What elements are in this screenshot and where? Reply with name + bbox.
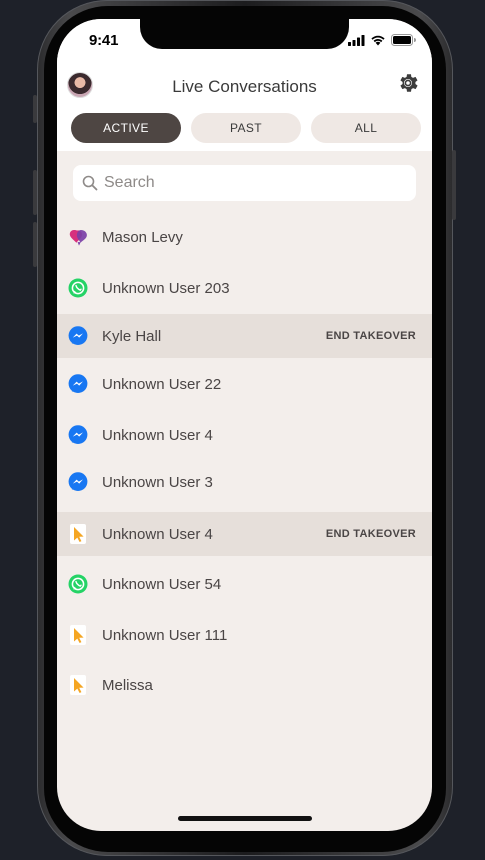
search-icon bbox=[82, 175, 98, 191]
volume-down-button bbox=[33, 222, 37, 267]
wifi-icon bbox=[371, 35, 385, 46]
messenger-icon bbox=[68, 374, 88, 394]
filter-tabs: ACTIVE PAST ALL bbox=[57, 107, 432, 151]
conversation-name: Unknown User 54 bbox=[102, 575, 222, 593]
tab-active[interactable]: ACTIVE bbox=[71, 113, 181, 143]
conversation-name: Unknown User 22 bbox=[102, 375, 222, 393]
notch bbox=[140, 19, 349, 49]
search-bar bbox=[73, 165, 416, 201]
conversation-name: Unknown User 3 bbox=[102, 473, 213, 491]
whatsapp-icon bbox=[68, 278, 88, 298]
battery-icon bbox=[391, 34, 416, 46]
status-icons bbox=[348, 34, 416, 46]
conversation-row[interactable]: Unknown User 22 bbox=[57, 362, 432, 406]
app-header: Live Conversations bbox=[57, 63, 432, 107]
tab-past[interactable]: PAST bbox=[191, 113, 301, 143]
conversation-row[interactable]: Unknown User 4 bbox=[57, 413, 432, 457]
conversation-row[interactable]: Unknown User 111 bbox=[57, 613, 432, 657]
conversation-name: Unknown User 4 bbox=[102, 525, 213, 543]
conversation-row[interactable]: Unknown User 3 bbox=[57, 460, 432, 504]
volume-up-button bbox=[33, 170, 37, 215]
end-takeover-button[interactable]: END TAKEOVER bbox=[326, 330, 416, 342]
end-takeover-button[interactable]: END TAKEOVER bbox=[326, 528, 416, 540]
gear-icon[interactable] bbox=[396, 71, 420, 95]
signal-icon bbox=[348, 34, 365, 46]
mute-switch bbox=[33, 95, 37, 123]
messenger-icon bbox=[68, 326, 88, 346]
web-cursor-icon bbox=[68, 524, 88, 544]
web-cursor-icon bbox=[68, 625, 88, 645]
conversation-name: Melissa bbox=[102, 676, 153, 694]
status-time: 9:41 bbox=[89, 32, 119, 49]
home-indicator bbox=[178, 816, 312, 821]
search-input[interactable] bbox=[104, 174, 404, 192]
web-cursor-icon bbox=[68, 675, 88, 695]
screen: 9:41 Live Conversations ACTIVE PAST ALL … bbox=[57, 19, 432, 831]
conversation-name: Unknown User 203 bbox=[102, 279, 230, 297]
conversation-row[interactable]: Unknown User 4 END TAKEOVER bbox=[57, 512, 432, 556]
conversation-row[interactable]: Melissa bbox=[57, 663, 432, 707]
conversation-row[interactable]: Unknown User 54 bbox=[57, 562, 432, 606]
tab-all[interactable]: ALL bbox=[311, 113, 421, 143]
conversation-name: Mason Levy bbox=[102, 228, 183, 246]
page-title: Live Conversations bbox=[172, 77, 317, 96]
power-button bbox=[452, 150, 456, 220]
conversation-row[interactable]: Mason Levy bbox=[57, 215, 432, 259]
messenger-icon bbox=[68, 472, 88, 492]
conversation-name: Unknown User 111 bbox=[102, 626, 228, 644]
whatsapp-icon bbox=[68, 574, 88, 594]
conversation-name: Kyle Hall bbox=[102, 327, 162, 345]
conversation-row[interactable]: Kyle Hall END TAKEOVER bbox=[57, 314, 432, 358]
heart-chat-icon bbox=[68, 227, 88, 247]
conversation-row[interactable]: Unknown User 203 bbox=[57, 266, 432, 310]
conversation-name: Unknown User 4 bbox=[102, 426, 213, 444]
messenger-icon bbox=[68, 425, 88, 445]
